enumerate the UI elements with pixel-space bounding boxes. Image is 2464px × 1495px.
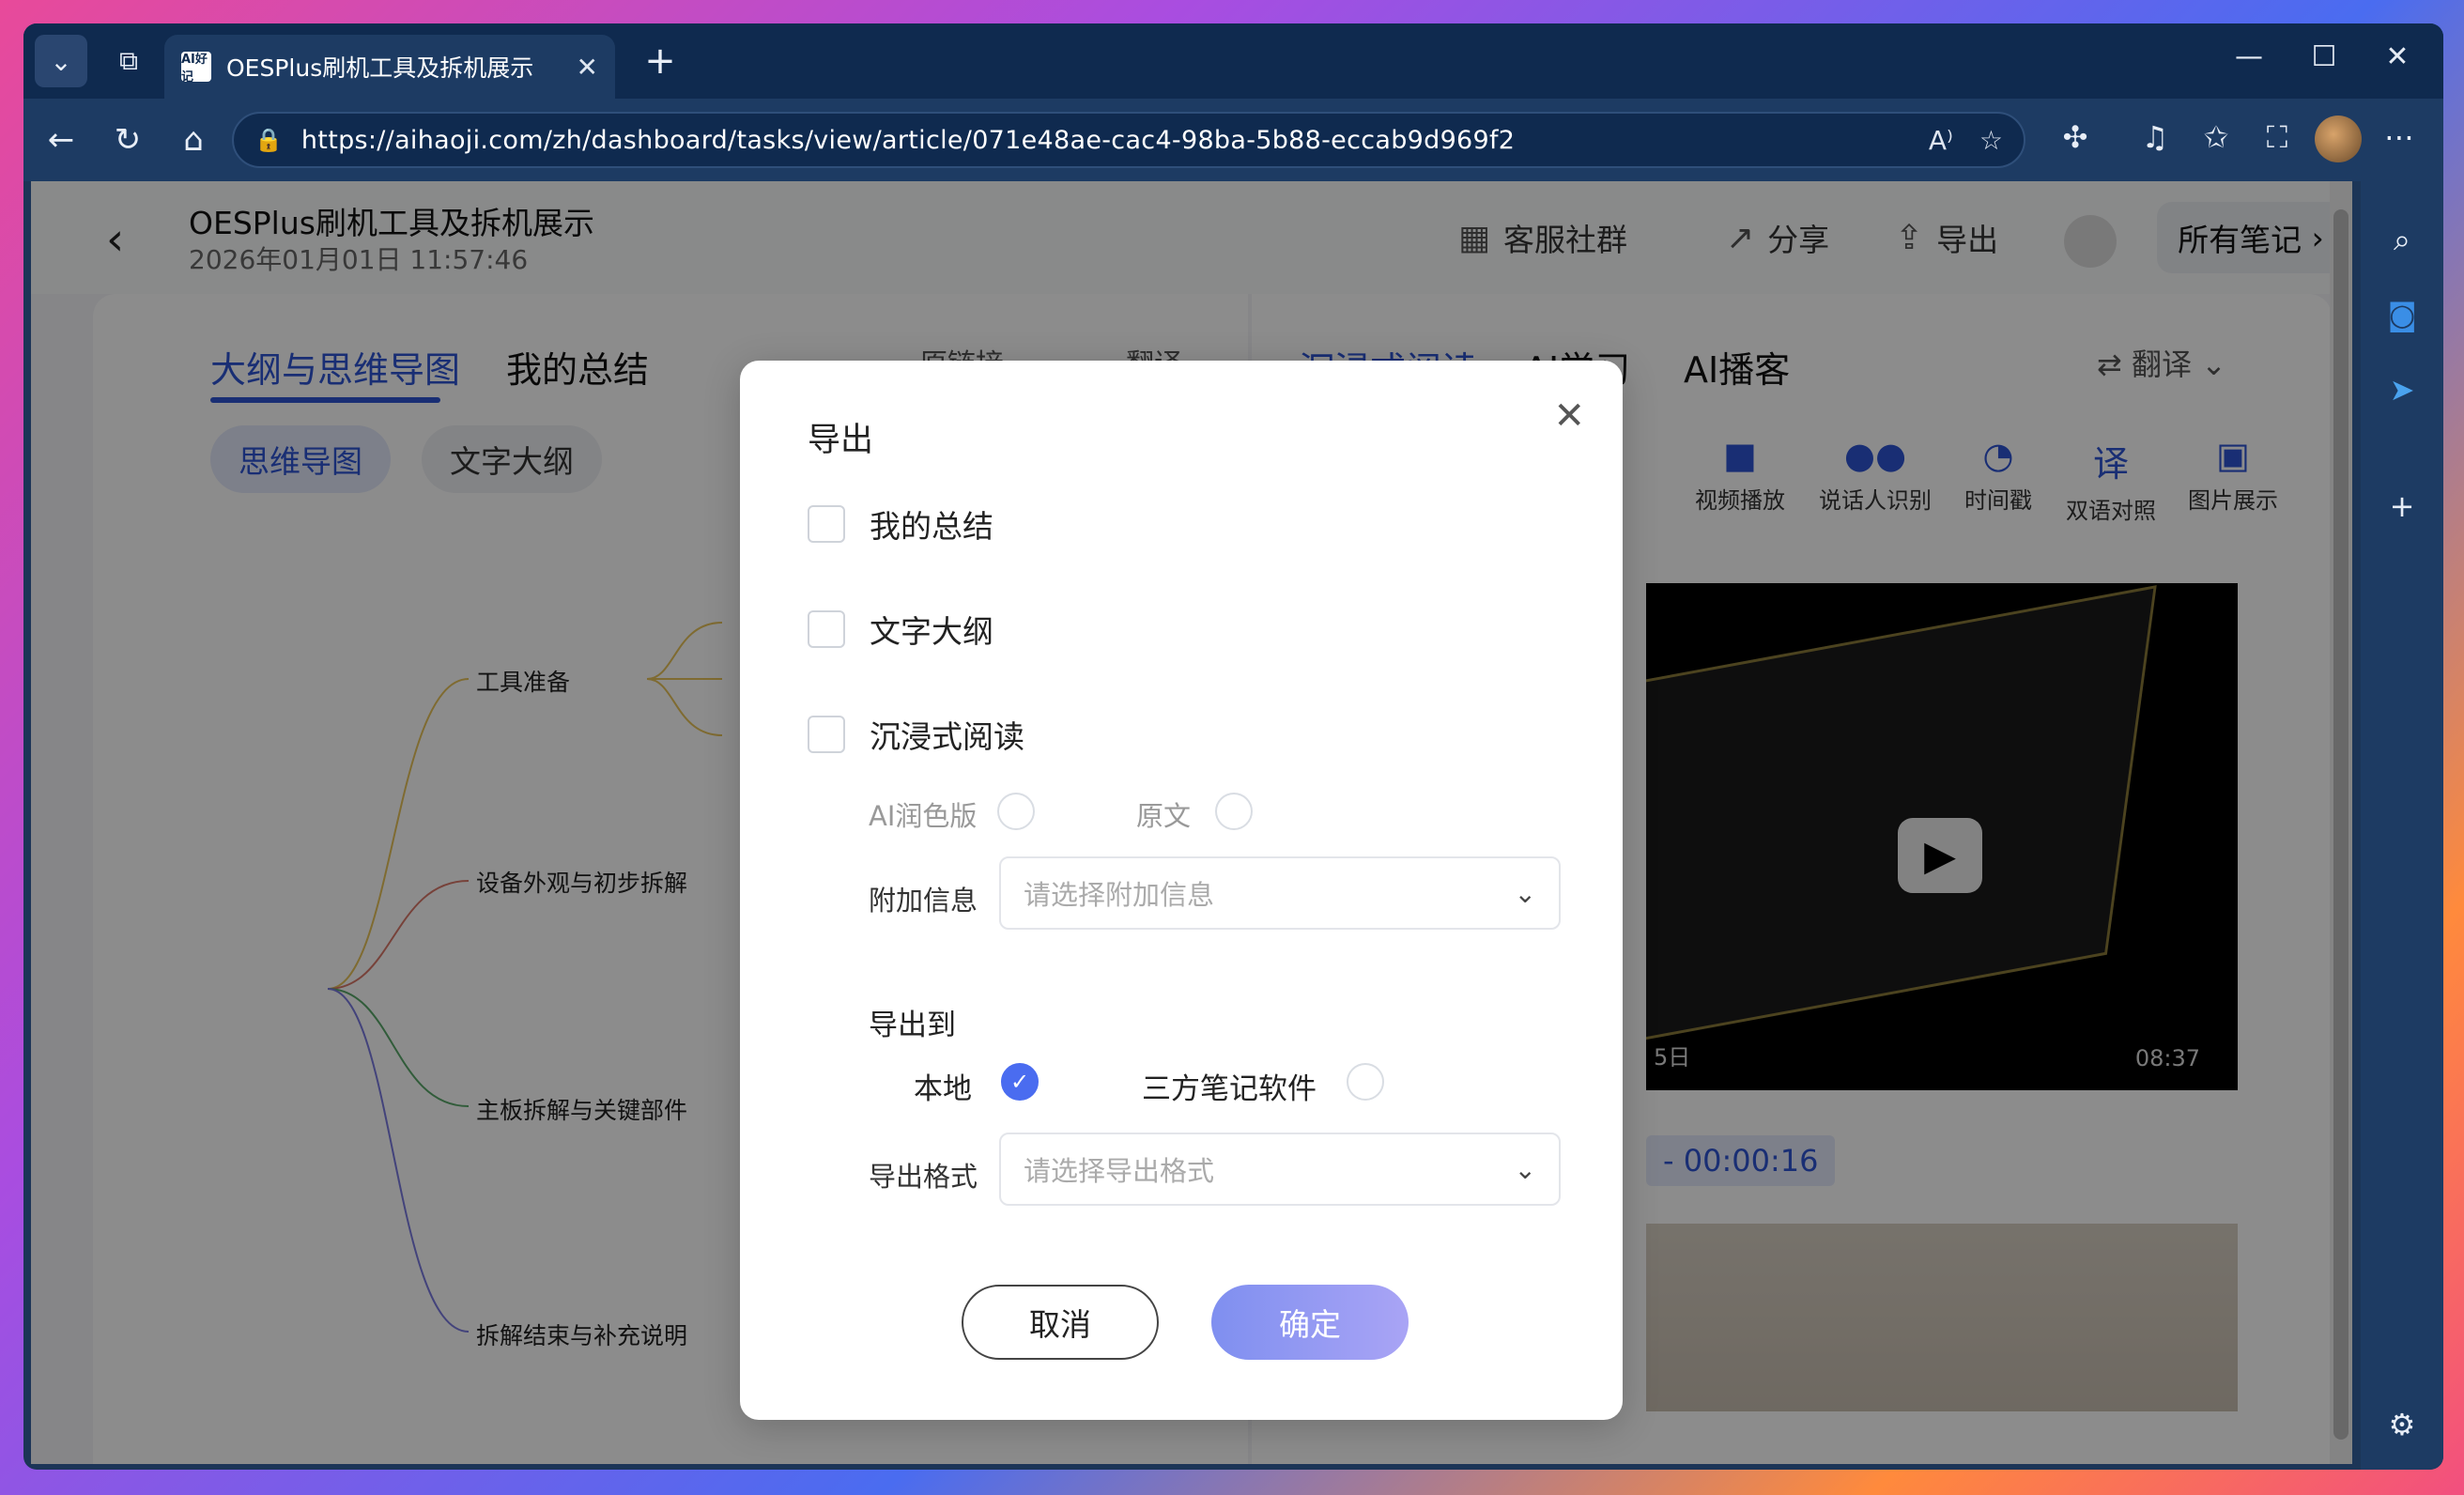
export-format-select[interactable]: 请选择导出格式 ⌄: [999, 1133, 1561, 1206]
url-text[interactable]: https://aihaoji.com/zh/dashboard/tasks/v…: [301, 126, 1902, 155]
export-to-label: 导出到: [869, 1009, 956, 1042]
checkbox[interactable]: [808, 610, 845, 648]
checkbox[interactable]: [808, 505, 845, 543]
browser-tab-active[interactable]: AI好记 OESPlus刷机工具及拆机展示 ✕: [164, 35, 615, 99]
extra-info-select[interactable]: 请选择附加信息 ⌄: [999, 856, 1561, 930]
site-favicon-icon: AI好记: [181, 52, 211, 85]
settings-gear-icon[interactable]: ⚙: [2378, 1400, 2426, 1449]
search-icon[interactable]: ⌕: [2378, 215, 2426, 264]
ai-version-label: AI润色版: [869, 800, 978, 832]
extra-info-label: 附加信息: [869, 885, 978, 917]
address-bar[interactable]: 🔒 https://aihaoji.com/zh/dashboard/tasks…: [232, 112, 2025, 168]
third-party-label: 三方笔记软件: [1142, 1072, 1317, 1106]
local-label: 本地: [914, 1072, 972, 1106]
send-icon[interactable]: ➤: [2378, 365, 2426, 414]
original-label: 原文: [1136, 800, 1192, 832]
minimize-icon[interactable]: —: [2221, 40, 2277, 73]
dialog-close-icon[interactable]: ✕: [1553, 394, 1585, 438]
screenshot-icon[interactable]: ⛶: [2254, 119, 2301, 156]
option-my-summary[interactable]: 我的总结: [808, 501, 993, 547]
back-icon[interactable]: ←: [37, 116, 85, 164]
radio-original[interactable]: [1215, 793, 1253, 830]
favorites-icon[interactable]: ✩: [2193, 119, 2240, 155]
edge-sidebar: ⌕ ◙ ➤ + ⚙: [2361, 181, 2443, 1470]
read-aloud-icon[interactable]: A⁾: [1929, 125, 1953, 156]
media-icon[interactable]: ♫: [2132, 119, 2179, 155]
maximize-icon[interactable]: ☐: [2296, 40, 2352, 73]
chevron-down-icon: ⌄: [1514, 877, 1536, 909]
tab-strip: ⌄ ⧉ AI好记 OESPlus刷机工具及拆机展示 ✕ + — ☐ ✕: [23, 23, 2443, 99]
window-close-icon[interactable]: ✕: [2369, 40, 2426, 73]
workspaces-icon[interactable]: ⧉: [102, 35, 155, 87]
add-icon[interactable]: +: [2378, 482, 2426, 531]
confirm-button[interactable]: 确定: [1211, 1285, 1409, 1360]
favorite-star-icon[interactable]: ☆: [1979, 125, 2003, 156]
tab-actions-menu-icon[interactable]: ⌄: [35, 35, 87, 87]
home-icon[interactable]: ⌂: [169, 116, 218, 164]
radio-ai-version[interactable]: [997, 793, 1035, 830]
export-format-label: 导出格式: [869, 1161, 978, 1193]
option-immersive-reading[interactable]: 沉浸式阅读: [808, 712, 1024, 757]
tab-title: OESPlus刷机工具及拆机展示: [226, 54, 534, 82]
option-text-outline[interactable]: 文字大纲: [808, 607, 993, 652]
new-tab-icon[interactable]: +: [634, 35, 686, 87]
checkbox[interactable]: [808, 716, 845, 753]
dialog-title: 导出: [808, 422, 874, 459]
radio-third-party[interactable]: [1347, 1063, 1384, 1101]
tab-close-icon[interactable]: ✕: [577, 52, 598, 83]
outlook-icon[interactable]: ◙: [2378, 290, 2426, 339]
more-menu-icon[interactable]: ⋯: [2376, 119, 2423, 155]
chevron-down-icon: ⌄: [1514, 1153, 1536, 1185]
address-toolbar: ← ↻ ⌂ 🔒 https://aihaoji.com/zh/dashboard…: [23, 99, 2443, 181]
profile-avatar[interactable]: [2315, 116, 2362, 162]
cancel-button[interactable]: 取消: [962, 1285, 1159, 1360]
extensions-icon[interactable]: ✣: [2052, 119, 2099, 155]
lock-icon[interactable]: 🔒: [254, 127, 283, 153]
radio-local-checked[interactable]: ✓: [1001, 1063, 1039, 1101]
export-dialog: 导出 ✕ 我的总结 文字大纲 沉浸式阅读 AI润色版 原文 附加信息 请选择附加…: [740, 361, 1623, 1420]
refresh-icon[interactable]: ↻: [103, 116, 152, 164]
